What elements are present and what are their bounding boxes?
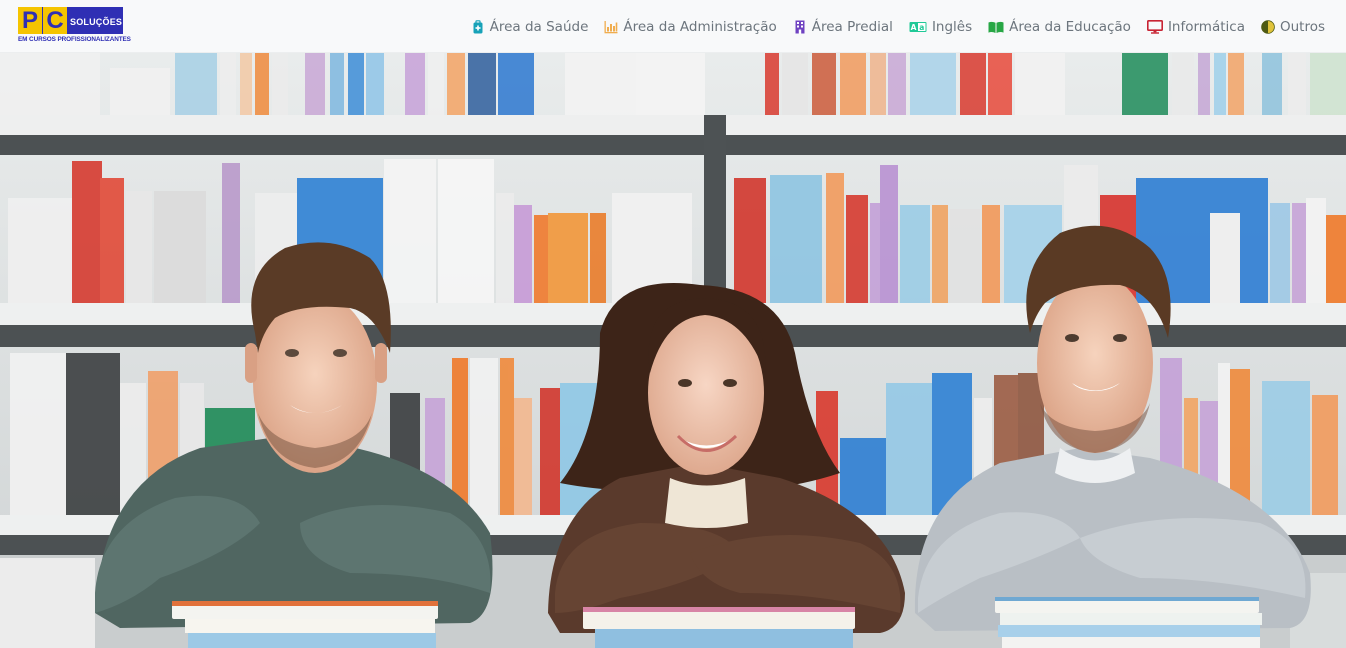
adjust-icon — [1261, 19, 1275, 34]
logo-brand-text: SOLUÇÕES — [70, 17, 123, 27]
medkit-icon — [471, 19, 485, 34]
nav-label-ingles: Inglês — [931, 18, 973, 35]
nav-label-informatica: Informática — [1167, 18, 1245, 35]
book-icon — [988, 20, 1004, 34]
nav-label-predial: Área Predial — [811, 18, 893, 35]
nav-item-ingles[interactable]: Aa Inglês — [909, 19, 972, 35]
nav-item-outros[interactable]: Outros — [1261, 19, 1325, 35]
logo-letter-c: C — [43, 7, 67, 34]
nav-item-saude[interactable]: Área da Saúde — [471, 18, 589, 35]
hero-photo — [0, 53, 1346, 648]
navbar: P C SOLUÇÕES EM CURSOS PROFISSIONALIZANT… — [0, 0, 1346, 53]
nav-label-administracao: Área da Administração — [623, 18, 777, 35]
main-nav: Área da Saúde Área da Administração Área… — [471, 0, 1325, 53]
bar-chart-icon — [604, 20, 618, 34]
logo-letter-p: P — [18, 7, 42, 34]
nav-item-administracao[interactable]: Área da Administração — [604, 18, 777, 35]
building-icon — [793, 20, 807, 34]
desktop-icon — [1146, 19, 1163, 34]
nav-label-saude: Área da Saúde — [489, 18, 589, 35]
logo-tagline: EM CURSOS PROFISSIONALIZANTES — [18, 36, 131, 43]
nav-label-educacao: Área da Educação — [1009, 18, 1131, 35]
brand-logo[interactable]: P C SOLUÇÕES EM CURSOS PROFISSIONALIZANT… — [18, 7, 131, 44]
nav-item-informatica[interactable]: Informática — [1146, 18, 1245, 35]
svg-text:a: a — [919, 23, 924, 32]
nav-item-educacao[interactable]: Área da Educação — [988, 19, 1131, 35]
nav-label-outros: Outros — [1279, 18, 1325, 35]
nav-item-predial[interactable]: Área Predial — [793, 19, 893, 35]
language-icon: Aa — [909, 20, 927, 34]
hero-banner — [0, 53, 1346, 648]
svg-text:A: A — [911, 23, 917, 32]
